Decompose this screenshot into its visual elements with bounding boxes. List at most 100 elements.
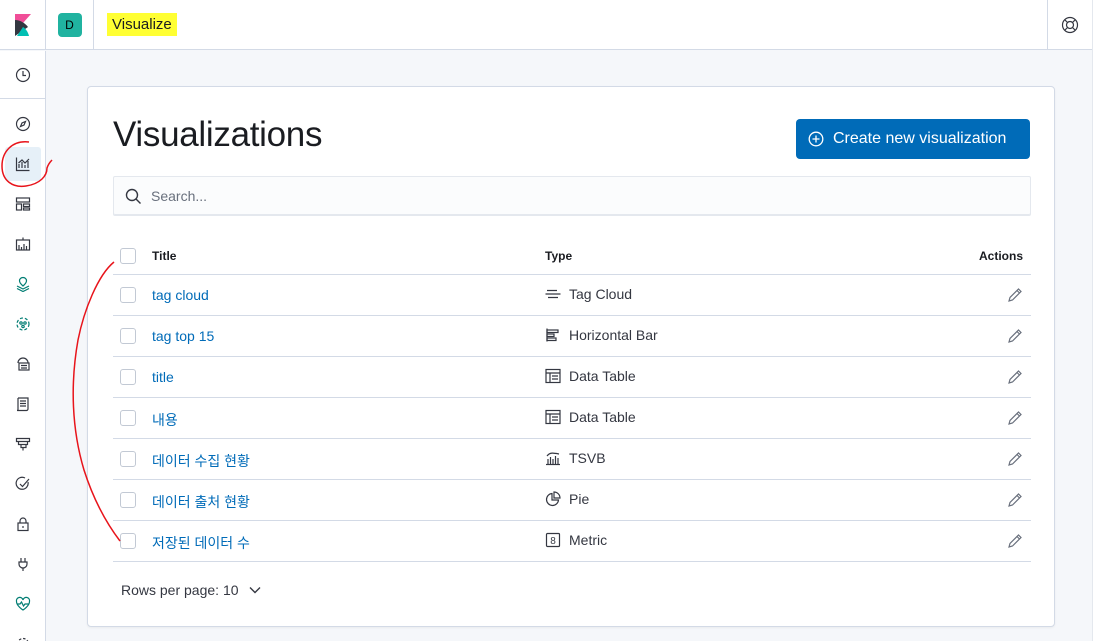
visualization-type-label: Metric <box>569 532 608 548</box>
nav-logs[interactable] <box>0 386 46 422</box>
logs-icon <box>16 397 29 412</box>
visualization-title-link[interactable]: 저장된 데이터 수 <box>152 533 250 553</box>
table-row: title Data Table <box>113 357 1031 398</box>
column-header-type[interactable]: Type <box>545 249 572 263</box>
visualization-type: Data Table <box>545 409 636 425</box>
visualization-type-label: Data Table <box>569 368 636 384</box>
nav-uptime[interactable] <box>0 466 46 502</box>
search-input[interactable] <box>151 188 1001 204</box>
edit-button[interactable] <box>1007 492 1023 511</box>
pencil-icon <box>1008 329 1022 343</box>
compass-icon <box>15 116 31 132</box>
visualizations-panel: Visualizations Create new visualization … <box>87 86 1055 627</box>
breadcrumb: Visualize <box>107 13 177 36</box>
nav-apm[interactable] <box>0 426 46 462</box>
nav-canvas[interactable] <box>0 226 46 262</box>
infra-icon <box>17 357 30 371</box>
data-table-icon <box>545 368 561 384</box>
visualization-type: Data Table <box>545 368 636 384</box>
nav-infrastructure[interactable] <box>0 346 46 382</box>
ml-icon <box>16 317 30 331</box>
wrench-icon <box>18 558 28 571</box>
row-checkbox[interactable] <box>120 287 136 303</box>
visualization-title-link[interactable]: tag cloud <box>152 287 209 303</box>
search-field[interactable] <box>113 176 1031 216</box>
visualization-type-label: TSVB <box>569 450 606 466</box>
visualization-type: Horizontal Bar <box>545 327 658 343</box>
nav-monitoring[interactable] <box>0 586 46 622</box>
tagcloud-icon <box>545 286 561 302</box>
nav-siem[interactable] <box>0 506 46 542</box>
heartbeat-icon <box>15 596 31 611</box>
nav-dashboard[interactable] <box>0 186 46 222</box>
table-row: 데이터 출처 현황 Pie <box>113 480 1031 521</box>
create-visualization-label: Create new visualization <box>833 130 1007 147</box>
edit-button[interactable] <box>1007 328 1023 347</box>
nav-management[interactable] <box>0 626 46 641</box>
nav-discover[interactable] <box>0 106 46 142</box>
chevron-down-icon <box>249 586 261 594</box>
edit-button[interactable] <box>1007 410 1023 429</box>
nav-visualize[interactable] <box>0 146 46 182</box>
create-visualization-button[interactable]: Create new visualization <box>796 119 1030 159</box>
space-avatar: D <box>57 12 82 37</box>
edit-button[interactable] <box>1007 533 1023 552</box>
plus-in-circle-icon <box>808 131 824 147</box>
rows-per-page-selector[interactable]: Rows per page: 10 <box>121 582 261 598</box>
column-header-actions: Actions <box>978 249 1023 263</box>
nav-recently-viewed[interactable] <box>0 57 46 93</box>
column-header-title[interactable]: Title <box>152 249 176 263</box>
visualization-title-link[interactable]: 내용 <box>152 410 178 430</box>
visualization-type-label: Pie <box>569 491 590 507</box>
table-row: 데이터 수집 현황 TSVB <box>113 439 1031 480</box>
pencil-icon <box>1008 493 1022 507</box>
visualization-type: Tag Cloud <box>545 286 632 302</box>
row-checkbox[interactable] <box>120 451 136 467</box>
visualization-type-label: Data Table <box>569 409 636 425</box>
table-row: tag cloud Tag Cloud <box>113 275 1031 316</box>
scrollbar-track[interactable] <box>1092 0 1098 641</box>
pencil-icon <box>1008 534 1022 548</box>
search-icon <box>125 188 142 205</box>
tsvb-icon <box>545 450 561 466</box>
edit-button[interactable] <box>1007 287 1023 306</box>
side-nav <box>0 51 46 641</box>
select-all-checkbox[interactable] <box>120 248 136 264</box>
page-title: Visualizations <box>113 115 323 154</box>
visualizations-table: Title Type Actions tag cloud Tag Cloud t… <box>113 235 1031 562</box>
nav-dev-tools[interactable] <box>0 546 46 582</box>
row-checkbox[interactable] <box>120 328 136 344</box>
svg-text:8: 8 <box>550 536 556 547</box>
nav-maps[interactable] <box>0 266 46 302</box>
edit-button[interactable] <box>1007 451 1023 470</box>
kibana-logo[interactable] <box>0 0 46 50</box>
visualization-title-link[interactable]: 데이터 수집 현황 <box>152 451 250 471</box>
edit-button[interactable] <box>1007 369 1023 388</box>
table-header: Title Type Actions <box>113 235 1031 275</box>
lock-icon <box>17 517 29 532</box>
visualization-type: Pie <box>545 491 589 507</box>
apm-icon <box>15 437 31 451</box>
top-header: D Visualize <box>0 0 1092 50</box>
row-checkbox[interactable] <box>120 369 136 385</box>
help-lifebuoy-icon <box>1061 16 1079 34</box>
kibana-logo-icon <box>14 13 31 36</box>
nav-machine-learning[interactable] <box>0 306 46 342</box>
row-checkbox[interactable] <box>120 410 136 426</box>
help-button[interactable] <box>1047 0 1092 50</box>
table-row: tag top 15 Horizontal Bar <box>113 316 1031 357</box>
row-checkbox[interactable] <box>120 533 136 549</box>
visualization-title-link[interactable]: title <box>152 369 174 385</box>
horizontal-bar-icon <box>545 327 561 343</box>
visualization-title-link[interactable]: tag top 15 <box>152 328 214 344</box>
visualization-type: 8 Metric <box>545 532 607 548</box>
visualization-type-label: Tag Cloud <box>569 286 633 302</box>
canvas-icon <box>15 237 31 251</box>
row-checkbox[interactable] <box>120 492 136 508</box>
visualize-icon <box>15 157 30 172</box>
space-selector[interactable]: D <box>46 0 94 50</box>
visualization-title-link[interactable]: 데이터 출처 현황 <box>152 492 250 512</box>
nav-divider <box>0 98 46 99</box>
data-table-icon <box>545 409 561 425</box>
pencil-icon <box>1008 370 1022 384</box>
